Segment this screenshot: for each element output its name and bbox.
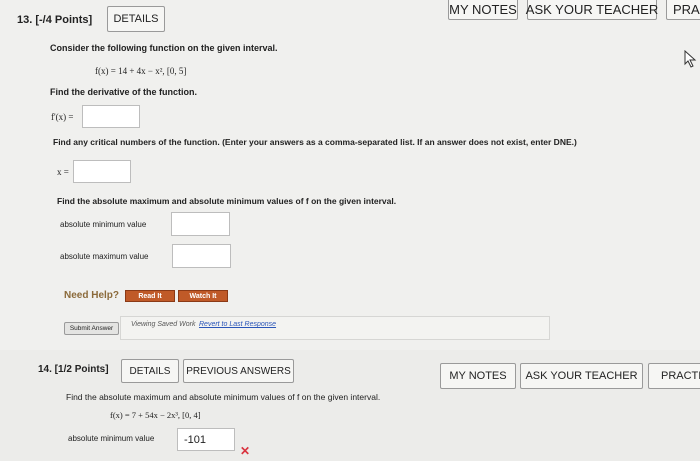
my-notes-button[interactable]: MY NOTES (440, 363, 516, 389)
critical-numbers-input[interactable] (73, 160, 131, 183)
intro-text: Consider the following function on the g… (50, 43, 278, 53)
submit-answer-button[interactable]: Submit Answer (64, 322, 119, 335)
abs-max-input[interactable] (172, 244, 231, 268)
saved-work-bar: Viewing Saved Work Revert to Last Respon… (120, 316, 550, 340)
derivative-prompt: Find the derivative of the function. (50, 87, 198, 97)
critical-numbers-prompt: Find any critical numbers of the functio… (53, 137, 577, 147)
ask-your-teacher-button[interactable]: ASK YOUR TEACHER (520, 363, 643, 389)
revert-link[interactable]: Revert to Last Response (199, 321, 276, 328)
derivative-input[interactable] (82, 105, 140, 128)
abs-min-input[interactable] (171, 212, 230, 236)
function-expression: f(x) = 14 + 4x − x², [0, 5] (95, 66, 187, 76)
my-notes-button[interactable]: MY NOTES (448, 0, 518, 20)
viewing-saved-text: Viewing Saved Work (131, 321, 196, 328)
details-button[interactable]: DETAILS (121, 359, 179, 383)
abs-max-label: absolute maximum value (60, 252, 149, 261)
question-14-card: 14. [1/2 Points] DETAILS PREVIOUS ANSWER… (0, 350, 700, 461)
function-expression: f(x) = 7 + 54x − 2x³, [0, 4] (110, 410, 201, 420)
mouse-cursor-icon (684, 50, 697, 68)
practice-button[interactable]: PRAC (666, 0, 700, 20)
question-13-card: 13. [-/4 Points] DETAILS MY NOTES ASK YO… (0, 0, 700, 351)
previous-answers-button[interactable]: PREVIOUS ANSWERS (183, 359, 294, 383)
abs-min-label: absolute minimum value (68, 434, 155, 443)
derivative-label: f'(x) = (51, 112, 74, 122)
extrema-prompt: Find the absolute maximum and absolute m… (57, 196, 397, 206)
question-number-points: 14. [1/2 Points] (38, 364, 109, 375)
practice-button[interactable]: PRACTIC (648, 363, 700, 389)
details-button[interactable]: DETAILS (107, 6, 165, 32)
abs-min-label: absolute minimum value (60, 220, 147, 229)
incorrect-icon: ✕ (240, 444, 251, 458)
critical-label: x = (57, 167, 69, 177)
need-help-label: Need Help? (64, 290, 120, 301)
read-it-button[interactable]: Read It (125, 290, 175, 302)
extrema-prompt: Find the absolute maximum and absolute m… (66, 392, 381, 402)
ask-your-teacher-button[interactable]: ASK YOUR TEACHER (526, 0, 658, 20)
question-number-points: 13. [-/4 Points] (17, 14, 93, 26)
watch-it-button[interactable]: Watch It (178, 290, 228, 302)
abs-min-input[interactable]: -101 (177, 428, 235, 451)
